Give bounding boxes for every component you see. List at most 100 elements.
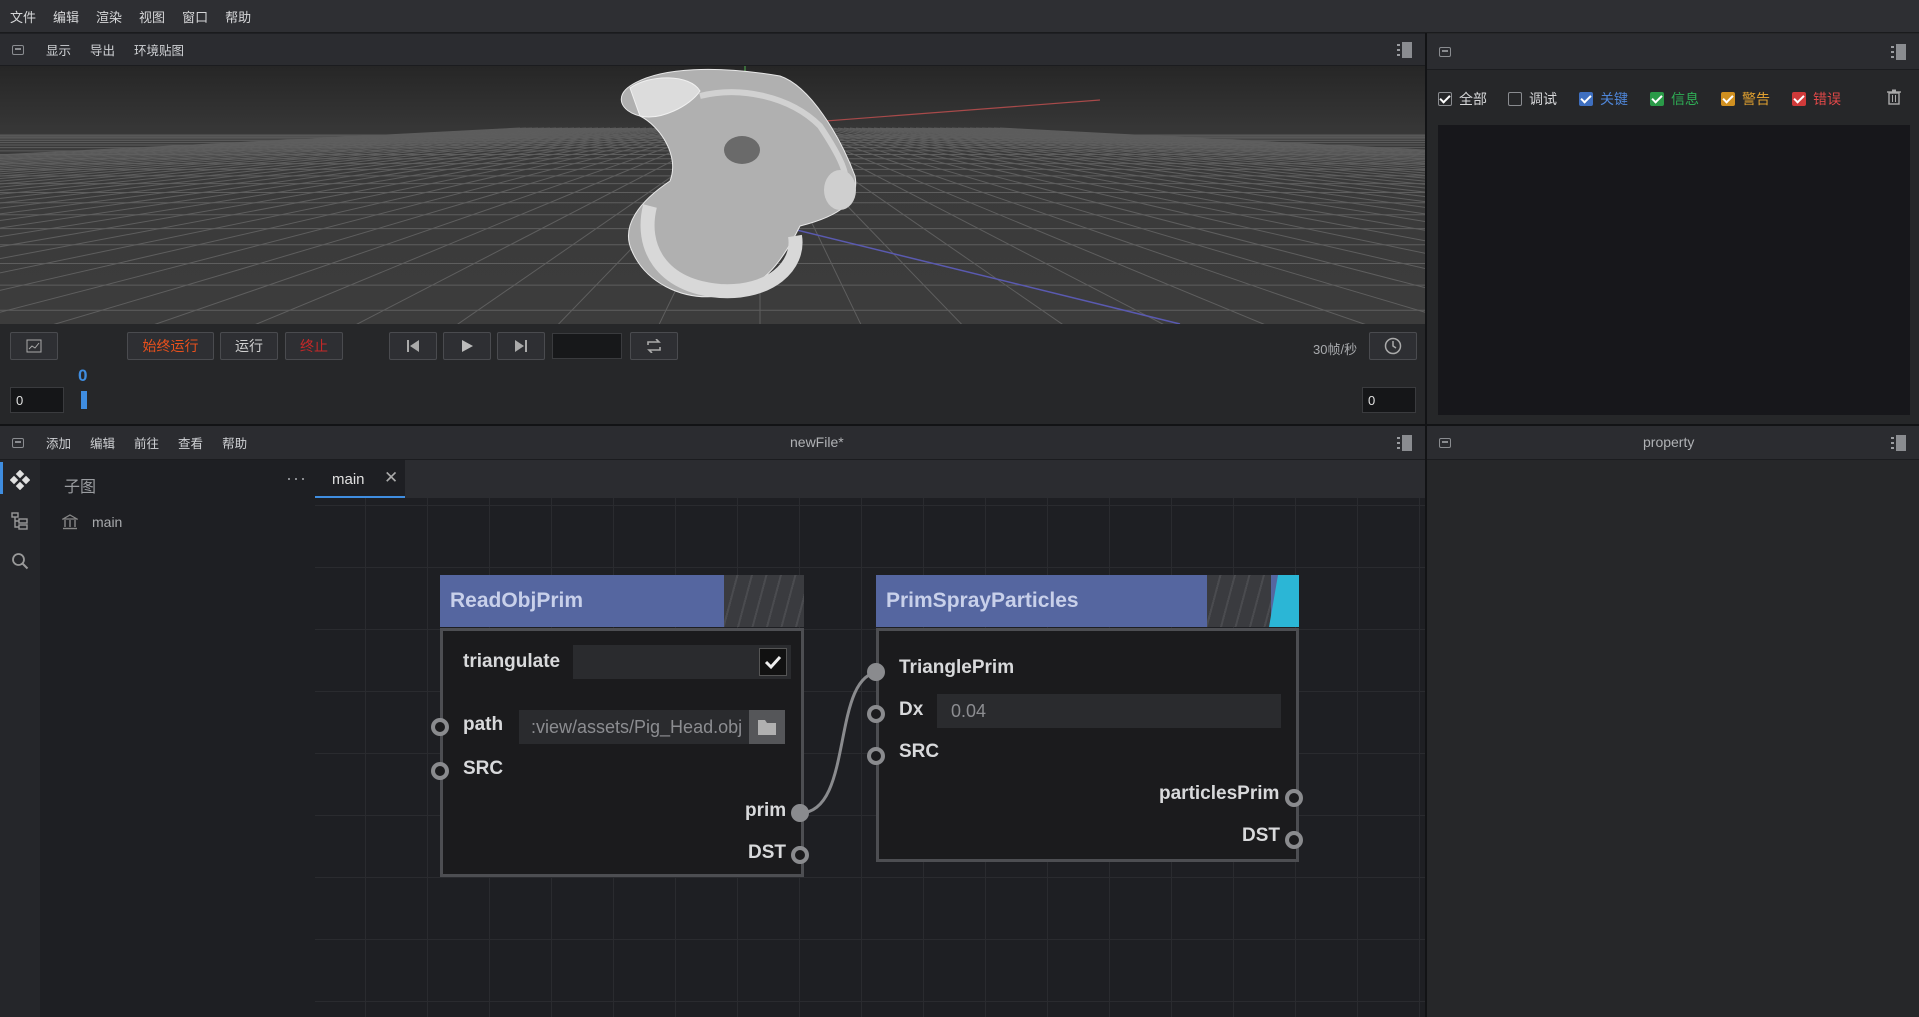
viewport-show-menu[interactable]: 显示 [46, 40, 71, 59]
clear-log-button[interactable] [1886, 89, 1902, 108]
filter-debug[interactable]: 调试 [1508, 89, 1557, 109]
dst-output-socket[interactable] [791, 846, 809, 864]
node-graph-tab[interactable] [9, 469, 31, 493]
filter-error[interactable]: 错误 [1792, 89, 1841, 109]
dock-layout-icon[interactable] [1397, 42, 1415, 58]
close-icon[interactable]: ✕ [384, 468, 398, 488]
triangleprim-label: TrianglePrim [899, 657, 1015, 678]
subgraph-item[interactable]: main [62, 514, 122, 530]
node-readobjprim[interactable]: ReadObjPrim triangulate path :view/asset… [440, 575, 804, 877]
src-input-socket[interactable] [867, 747, 885, 765]
tab-main[interactable]: main ✕ [315, 460, 405, 498]
tree-view-tab[interactable] [11, 512, 29, 533]
graph-add-menu[interactable]: 添加 [46, 433, 71, 452]
chart-icon [26, 339, 42, 353]
search-icon [12, 553, 29, 570]
splitter-vertical[interactable] [1425, 33, 1427, 1017]
triangleprim-input-socket[interactable] [867, 663, 885, 681]
next-frame-button[interactable] [497, 332, 545, 360]
node-header-stripes [1207, 575, 1271, 627]
menu-render[interactable]: 渲染 [96, 7, 122, 26]
log-output[interactable] [1438, 125, 1910, 415]
loop-button[interactable] [630, 332, 678, 360]
src-label: SRC [899, 741, 940, 762]
dock-layout-icon[interactable] [1397, 435, 1415, 451]
stop-button[interactable]: 终止 [285, 332, 343, 360]
frame-input[interactable] [552, 333, 622, 359]
end-frame-input[interactable]: 0 [1362, 387, 1416, 413]
tab-label: main [332, 471, 365, 488]
nodes-icon [9, 469, 31, 491]
panel-menu-icon[interactable] [1439, 46, 1451, 57]
filter-info[interactable]: 信息 [1650, 89, 1699, 109]
side-icon-bar [0, 460, 40, 1017]
browse-folder-button[interactable] [749, 710, 785, 744]
node-header-stripes [724, 575, 804, 627]
node-primsprayparticles[interactable]: PrimSprayParticles TrianglePrim Dx 0.04 … [876, 575, 1299, 862]
start-frame-input[interactable]: 0 [10, 387, 64, 413]
menu-edit[interactable]: 编辑 [53, 7, 79, 26]
triangulate-checkbox[interactable] [759, 648, 787, 676]
menu-file[interactable]: 文件 [10, 7, 36, 26]
node-canvas[interactable]: ReadObjPrim triangulate path :view/asset… [315, 498, 1425, 1017]
src-label: SRC [463, 758, 504, 779]
clock-button[interactable] [1369, 332, 1417, 360]
viewport-export-menu[interactable]: 导出 [90, 40, 115, 59]
menu-view[interactable]: 视图 [139, 7, 165, 26]
particlesprim-output-socket[interactable] [1285, 789, 1303, 807]
subgraph-panel: 子图 ··· main [40, 460, 315, 1017]
panel-menu-icon[interactable] [1439, 437, 1451, 448]
graph-edit-menu[interactable]: 编辑 [90, 433, 115, 452]
panel-menu-icon[interactable] [12, 44, 24, 55]
skip-forward-icon [515, 340, 527, 352]
node-header[interactable]: ReadObjPrim [440, 575, 804, 627]
folder-icon [758, 720, 776, 735]
menu-window[interactable]: 窗口 [182, 7, 208, 26]
menu-help[interactable]: 帮助 [225, 7, 251, 26]
graph-editor-toolbar: 添加 编辑 前往 查看 帮助 newFile* [0, 426, 1425, 460]
dst-output-socket[interactable] [1285, 831, 1303, 849]
path-input[interactable]: :view/assets/Pig_Head.obj [519, 710, 751, 744]
path-label: path [463, 714, 504, 735]
viewport-envmap-menu[interactable]: 环境贴图 [134, 40, 184, 59]
node-header[interactable]: PrimSprayParticles [876, 575, 1299, 627]
particlesprim-label: particlesPrim [1159, 783, 1280, 804]
prim-output-socket[interactable] [791, 804, 809, 822]
prev-frame-button[interactable] [389, 332, 437, 360]
dock-layout-icon[interactable] [1891, 435, 1909, 451]
dx-input-socket[interactable] [867, 705, 885, 723]
viewport-grid [0, 66, 1425, 324]
graph-help-menu[interactable]: 帮助 [222, 433, 247, 452]
search-tab[interactable] [11, 552, 29, 573]
property-panel-title: property [1643, 434, 1695, 450]
node-title: ReadObjPrim [450, 589, 584, 612]
trash-icon [1887, 89, 1901, 105]
graph-view-menu[interactable]: 查看 [178, 433, 203, 452]
graph-goto-menu[interactable]: 前往 [134, 433, 159, 452]
run-button[interactable]: 运行 [220, 332, 278, 360]
graph-building-icon [62, 514, 78, 530]
splitter-horizontal[interactable] [0, 424, 1919, 426]
log-panel: 全部 调试 关键 信息 警告 错误 [1427, 33, 1919, 424]
checkbox-icon [1438, 92, 1452, 106]
always-run-button[interactable]: 始终运行 [127, 332, 214, 360]
chart-toggle-button[interactable] [10, 332, 58, 360]
node-accent [1269, 575, 1299, 627]
more-icon[interactable]: ··· [286, 468, 307, 489]
3d-viewport[interactable] [0, 66, 1425, 324]
dock-layout-icon[interactable] [1891, 44, 1909, 60]
frame-marker[interactable] [81, 391, 87, 409]
filter-critical[interactable]: 关键 [1579, 89, 1628, 109]
hierarchy-icon [11, 512, 28, 530]
play-button[interactable] [443, 332, 491, 360]
skip-back-icon [407, 340, 419, 352]
panel-menu-icon[interactable] [12, 437, 24, 448]
graph-file-title: newFile* [790, 434, 844, 450]
log-panel-bar [1427, 34, 1919, 70]
src-input-socket[interactable] [431, 762, 449, 780]
path-input-socket[interactable] [431, 718, 449, 736]
filter-all[interactable]: 全部 [1438, 89, 1487, 109]
dx-input[interactable]: 0.04 [937, 694, 1281, 728]
dst-label: DST [748, 842, 786, 863]
filter-warning[interactable]: 警告 [1721, 89, 1770, 109]
